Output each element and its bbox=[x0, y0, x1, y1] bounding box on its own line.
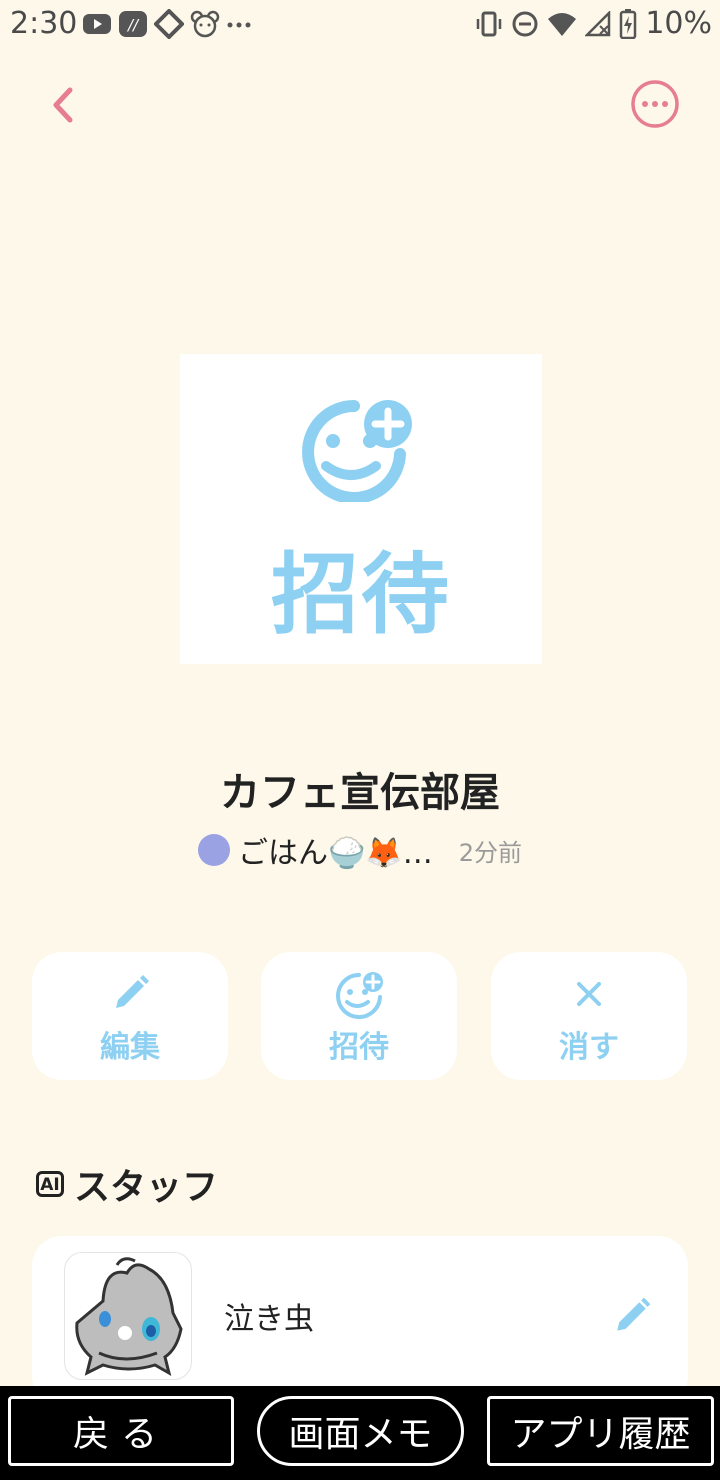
crying-character-icon bbox=[75, 1257, 183, 1377]
room-last-message: ごはん🍚🦊… 2分前 bbox=[0, 828, 720, 872]
smile-plus-icon bbox=[336, 972, 383, 1019]
last-message-time: 2分前 bbox=[458, 838, 522, 867]
screen-memo-button[interactable]: 画面メモ bbox=[257, 1396, 464, 1466]
battery-charging-icon bbox=[620, 8, 637, 39]
system-icons: 10% bbox=[475, 6, 712, 41]
more-horizontal-icon bbox=[631, 80, 679, 128]
pencil-icon bbox=[617, 1297, 651, 1331]
room-image[interactable]: 招待 bbox=[180, 354, 542, 664]
edit-button[interactable]: 編集 bbox=[32, 952, 228, 1080]
bear-icon bbox=[190, 10, 220, 38]
diamond-icon bbox=[154, 9, 184, 39]
no-signal-icon bbox=[585, 10, 611, 36]
youtube-icon bbox=[83, 14, 111, 34]
invite-button[interactable]: 招待 bbox=[261, 952, 457, 1080]
delete-button[interactable]: 消す bbox=[491, 952, 687, 1080]
staff-name: 泣き虫 bbox=[224, 1302, 314, 1337]
more-dots-icon bbox=[227, 22, 251, 28]
staff-avatar bbox=[64, 1252, 192, 1380]
nav-back-button[interactable]: 戻る bbox=[8, 1396, 234, 1466]
more-options-button[interactable] bbox=[630, 79, 680, 129]
invite-image-text: 招待 bbox=[270, 543, 451, 646]
sender-avatar bbox=[198, 834, 230, 866]
staff-edit-button[interactable] bbox=[610, 1294, 654, 1338]
notification-icons: // bbox=[82, 9, 252, 39]
edit-label: 編集 bbox=[100, 1030, 160, 1065]
battery-percent: 10% bbox=[645, 6, 712, 41]
dnd-icon bbox=[512, 11, 538, 36]
delete-label: 消す bbox=[559, 1030, 619, 1065]
last-sender-name: ごはん🍚🦊… bbox=[238, 836, 433, 871]
ai-badge: AI bbox=[36, 1171, 64, 1197]
staff-section-title: スタッフ bbox=[74, 1167, 219, 1208]
chevron-left-icon bbox=[53, 87, 73, 123]
svg-text://: // bbox=[126, 16, 140, 34]
app-icon: // bbox=[119, 11, 147, 37]
back-button[interactable] bbox=[40, 80, 90, 130]
staff-section-header: AI スタッフ bbox=[36, 1158, 218, 1210]
vibrate-icon bbox=[477, 11, 502, 36]
app-history-button[interactable]: アプリ履歴 bbox=[487, 1396, 714, 1466]
invite-label: 招待 bbox=[329, 1030, 389, 1065]
pencil-icon bbox=[116, 975, 149, 1008]
smile-plus-icon bbox=[302, 400, 412, 502]
screen: 2:30 // 10% 招待 カフェ宣伝部屋 ごはん🍚🦊… 2分前 編集 招待 … bbox=[0, 0, 720, 1480]
wifi-icon bbox=[548, 12, 577, 36]
status-time: 2:30 bbox=[10, 6, 78, 41]
staff-member-card[interactable]: 泣き虫 bbox=[32, 1236, 688, 1406]
close-icon bbox=[577, 982, 601, 1006]
room-title: カフェ宣伝部屋 bbox=[220, 770, 500, 816]
status-bar: 2:30 // 10% bbox=[0, 0, 720, 50]
bottom-nav-bar: 戻る 画面メモ アプリ履歴 bbox=[0, 1386, 720, 1480]
